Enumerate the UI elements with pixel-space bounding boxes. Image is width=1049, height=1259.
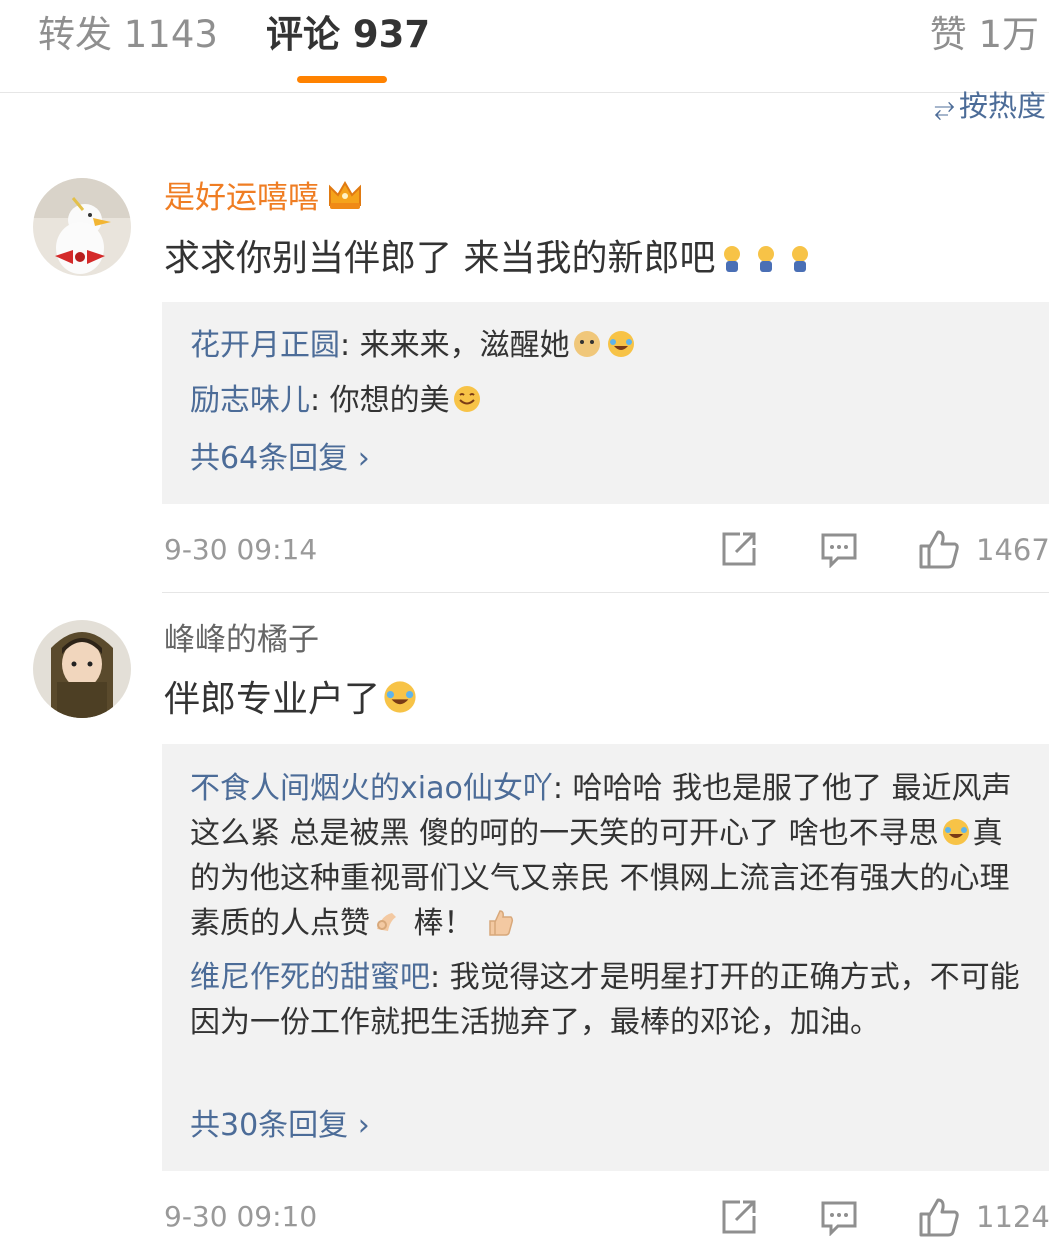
- reply-box[interactable]: 花开月正圆: 来来来，滋醒她 励志味儿: 你想的美 共64条回复 ›: [162, 302, 1049, 504]
- comment-body: 伴郎专业户了: [164, 679, 381, 720]
- avatar[interactable]: [33, 620, 131, 718]
- sort-icon: ⥂: [934, 93, 955, 123]
- active-tab-indicator: [297, 76, 387, 83]
- comment-body: 求求你别当伴郎了 来当我的新郎吧: [164, 238, 716, 279]
- reply-text: : 来来来，滋醒她: [340, 328, 570, 363]
- reply-item[interactable]: 不食人间烟火的xiao仙女吖: 哈哈哈 我也是服了他了 最近风声这么紧 总是被黑…: [190, 766, 1020, 946]
- comment-text: 求求你别当伴郎了 来当我的新郎吧: [164, 236, 817, 282]
- like-count: 1467: [976, 533, 1049, 567]
- comment-icon[interactable]: [820, 532, 860, 572]
- thumbs-up-emoji-icon: [489, 910, 514, 936]
- more-replies-link[interactable]: 共64条回复 ›: [190, 439, 370, 479]
- like-count: 1124: [976, 1200, 1049, 1234]
- smile-emoji-icon: [453, 386, 480, 412]
- comment-text: 伴郎专业户了: [164, 677, 420, 723]
- comment-timestamp: 9-30 09:14: [164, 533, 318, 566]
- like-icon[interactable]: [918, 528, 960, 569]
- tab-bar: 转发 1143 评论 937 赞 1万: [0, 0, 1049, 93]
- reply-item[interactable]: 励志味儿: 你想的美: [190, 378, 1020, 423]
- reply-text: : 你想的美: [310, 383, 450, 418]
- sort-by-hot-button[interactable]: ⥂ 按热度: [934, 88, 1046, 126]
- more-replies-link[interactable]: 共30条回复 ›: [190, 1106, 370, 1146]
- username[interactable]: 是好运嘻嘻: [164, 178, 363, 221]
- sort-label: 按热度: [958, 89, 1046, 123]
- reply-username[interactable]: 维尼作死的甜蜜吧: [190, 960, 430, 995]
- reply-username[interactable]: 励志味儿: [190, 383, 310, 418]
- tab-repost[interactable]: 转发 1143: [38, 12, 218, 58]
- repost-icon[interactable]: [720, 1198, 760, 1238]
- comment-icon[interactable]: [820, 1200, 860, 1240]
- vip-crown-icon: [327, 179, 363, 221]
- doge-emoji-icon: [573, 331, 600, 357]
- reply-text: 棒！: [404, 906, 474, 941]
- divider: [162, 592, 1049, 593]
- username[interactable]: 峰峰的橘子: [164, 620, 319, 660]
- repost-icon[interactable]: [720, 530, 760, 570]
- reply-box[interactable]: 不食人间烟火的xiao仙女吖: 哈哈哈 我也是服了他了 最近风声这么紧 总是被黑…: [162, 744, 1049, 1171]
- like-icon[interactable]: [918, 1196, 960, 1237]
- person-avatar-image: [33, 620, 131, 718]
- reply-username[interactable]: 花开月正圆: [190, 328, 340, 363]
- laugh-cry-emoji-icon: [384, 681, 416, 713]
- username-label[interactable]: 是好运嘻嘻: [164, 180, 319, 216]
- tab-like[interactable]: 赞 1万: [930, 12, 1039, 58]
- ok-hand-emoji-icon: [377, 913, 396, 931]
- comment-timestamp: 9-30 09:10: [164, 1200, 318, 1233]
- emoji-icon: [715, 238, 817, 279]
- laugh-cry-emoji-icon: [607, 331, 634, 357]
- duck-avatar-image: [33, 178, 131, 276]
- tab-comment[interactable]: 评论 937: [266, 12, 430, 58]
- reply-item[interactable]: 维尼作死的甜蜜吧: 我觉得这才是明星打开的正确方式，不可能因为一份工作就把生活抛…: [190, 955, 1020, 1045]
- avatar[interactable]: [33, 178, 131, 276]
- reply-item[interactable]: 花开月正圆: 来来来，滋醒她: [190, 323, 1020, 368]
- reply-username[interactable]: 不食人间烟火的xiao仙女吖: [190, 771, 553, 806]
- laugh-cry-emoji-icon: [942, 819, 969, 845]
